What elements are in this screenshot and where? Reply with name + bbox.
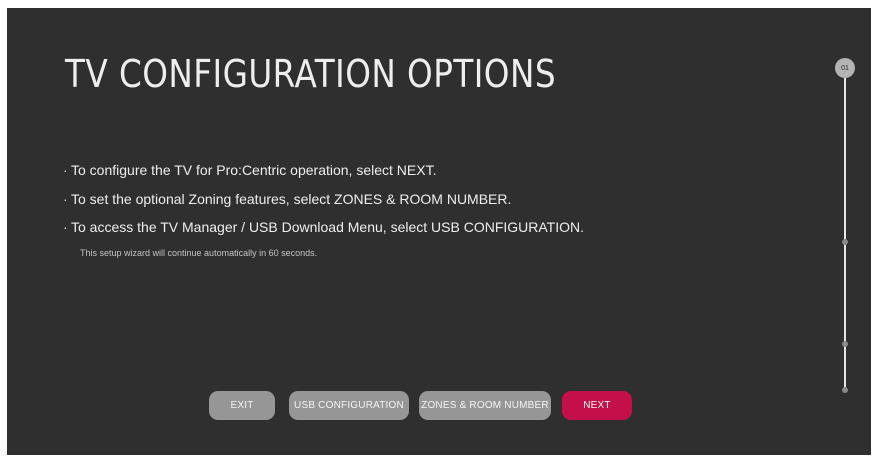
instruction-item-usb: · To access the TV Manager / USB Download…	[63, 213, 584, 242]
step-marker	[842, 341, 848, 347]
instruction-text: To configure the TV for Pro:Centric oper…	[71, 162, 437, 178]
instruction-item-next: · To configure the TV for Pro:Centric ope…	[63, 156, 584, 185]
instruction-list: · To configure the TV for Pro:Centric ope…	[63, 156, 584, 242]
exit-button[interactable]: EXIT	[209, 391, 275, 420]
instruction-item-zones: · To set the optional Zoning features, se…	[63, 185, 584, 214]
instruction-text: To access the TV Manager / USB Download …	[71, 219, 584, 235]
current-step-badge: 01	[835, 58, 855, 78]
next-button[interactable]: NEXT	[562, 391, 632, 420]
bullet-icon: ·	[63, 162, 68, 178]
instruction-text: To set the optional Zoning features, sel…	[71, 190, 512, 207]
bullet-icon: ·	[63, 219, 68, 235]
step-marker-end	[842, 387, 848, 393]
step-marker	[842, 239, 848, 245]
bullet-icon: ·	[63, 190, 68, 207]
tv-setup-screen: TV CONFIGURATION OPTIONS · To configure t…	[7, 8, 871, 455]
zones-room-number-button[interactable]: ZONES & ROOM NUMBER	[419, 391, 551, 420]
auto-continue-note: This setup wizard will continue automati…	[80, 248, 318, 258]
usb-configuration-button[interactable]: USB CONFIGURATION	[289, 391, 409, 420]
page-title: TV CONFIGURATION OPTIONS	[65, 52, 557, 96]
